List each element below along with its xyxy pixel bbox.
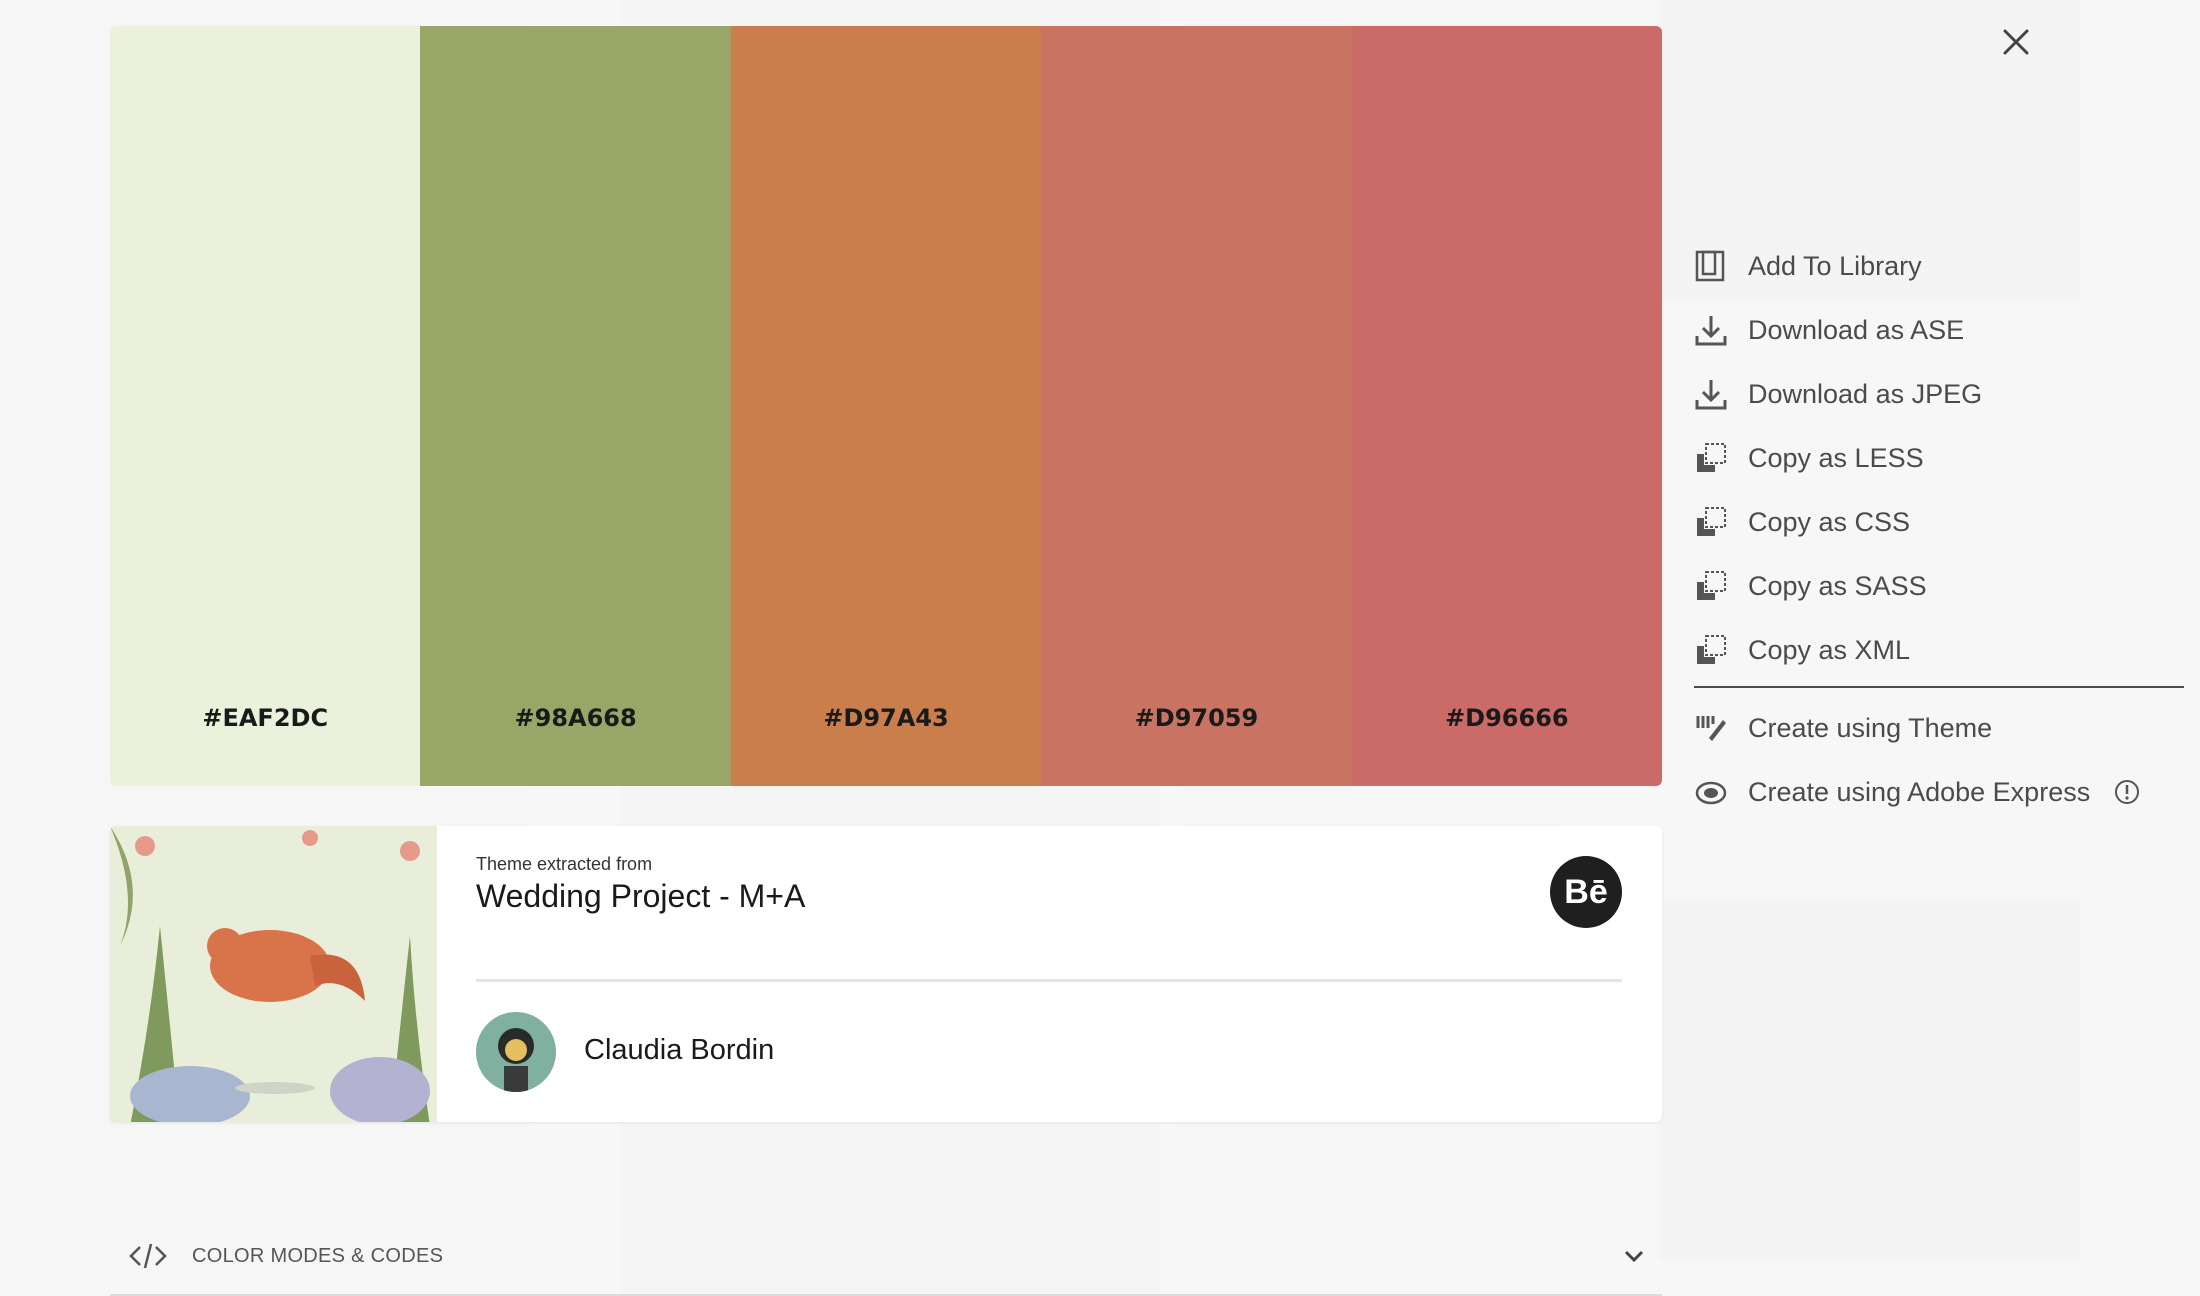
swatch-2[interactable]: #98A668	[420, 26, 731, 786]
download-ase-button[interactable]: Download as ASE	[1694, 298, 2184, 362]
close-icon	[2003, 29, 2029, 55]
avatar[interactable]	[476, 1012, 556, 1092]
action-label: Create using Adobe Express	[1748, 776, 2091, 807]
download-icon	[1694, 313, 1728, 347]
copy-icon	[1694, 633, 1728, 667]
menu-divider	[1694, 686, 2184, 688]
copy-icon	[1694, 505, 1728, 539]
adobe-express-icon	[1694, 775, 1728, 809]
swatch-code: #98A668	[514, 704, 637, 732]
add-to-library-button[interactable]: Add To Library	[1694, 234, 2184, 298]
card-divider	[476, 979, 1622, 982]
swatch-code: #EAF2DC	[202, 704, 329, 732]
action-label: Add To Library	[1748, 250, 1922, 281]
copy-less-button[interactable]: Copy as LESS	[1694, 426, 2184, 490]
download-jpeg-button[interactable]: Download as JPEG	[1694, 362, 2184, 426]
info-icon[interactable]	[2114, 779, 2140, 805]
source-title[interactable]: Wedding Project - M+A	[476, 878, 805, 915]
swatch-3[interactable]: #D97A43	[730, 26, 1042, 786]
color-palette: #EAF2DC #98A668 #D97A43 #D97059 #D96666	[110, 26, 1662, 786]
behance-icon: Bē	[1564, 872, 1608, 911]
swatch-code: #D97059	[1134, 704, 1259, 732]
color-modes-toggle[interactable]: COLOR MODES & CODES	[110, 1218, 1662, 1296]
action-label: Copy as XML	[1748, 634, 1911, 665]
download-icon	[1694, 377, 1728, 411]
action-label: Copy as SASS	[1748, 570, 1927, 601]
copy-css-button[interactable]: Copy as CSS	[1694, 490, 2184, 554]
action-label: Copy as CSS	[1748, 506, 1911, 537]
action-label: Create using Theme	[1748, 712, 1993, 743]
code-icon	[129, 1243, 167, 1269]
behance-button[interactable]: Bē	[1550, 856, 1622, 928]
swatch-code: #D96666	[1445, 704, 1569, 732]
chevron-down-icon	[1624, 1250, 1644, 1263]
theme-source-card: Theme extracted from Wedding Project - M…	[110, 826, 1662, 1122]
swatch-code: #D97A43	[823, 704, 949, 732]
close-button[interactable]	[1996, 22, 2036, 62]
action-label: Download as JPEG	[1748, 378, 1983, 409]
author-name: Claudia Bordin	[584, 1034, 775, 1066]
swatch-1[interactable]: #EAF2DC	[110, 26, 421, 786]
library-icon	[1694, 249, 1728, 283]
action-label: Copy as LESS	[1748, 442, 1924, 473]
source-label: Theme extracted from	[476, 854, 653, 874]
create-using-theme-button[interactable]: Create using Theme	[1694, 696, 2184, 760]
copy-icon	[1694, 441, 1728, 475]
swatch-5[interactable]: #D96666	[1351, 26, 1662, 786]
actions-menu: Add To Library Download as ASE Download …	[1694, 234, 2184, 824]
color-modes-label: COLOR MODES & CODES	[192, 1244, 444, 1267]
swatch-4[interactable]: #D97059	[1041, 26, 1352, 786]
source-thumbnail[interactable]	[110, 826, 437, 1122]
fox-illustration	[110, 826, 437, 1122]
create-using-adobe-express-button[interactable]: Create using Adobe Express	[1694, 760, 2184, 824]
brush-icon	[1694, 711, 1728, 745]
action-label: Download as ASE	[1748, 314, 1965, 345]
copy-xml-button[interactable]: Copy as XML	[1694, 618, 2184, 682]
copy-sass-button[interactable]: Copy as SASS	[1694, 554, 2184, 618]
copy-icon	[1694, 569, 1728, 603]
